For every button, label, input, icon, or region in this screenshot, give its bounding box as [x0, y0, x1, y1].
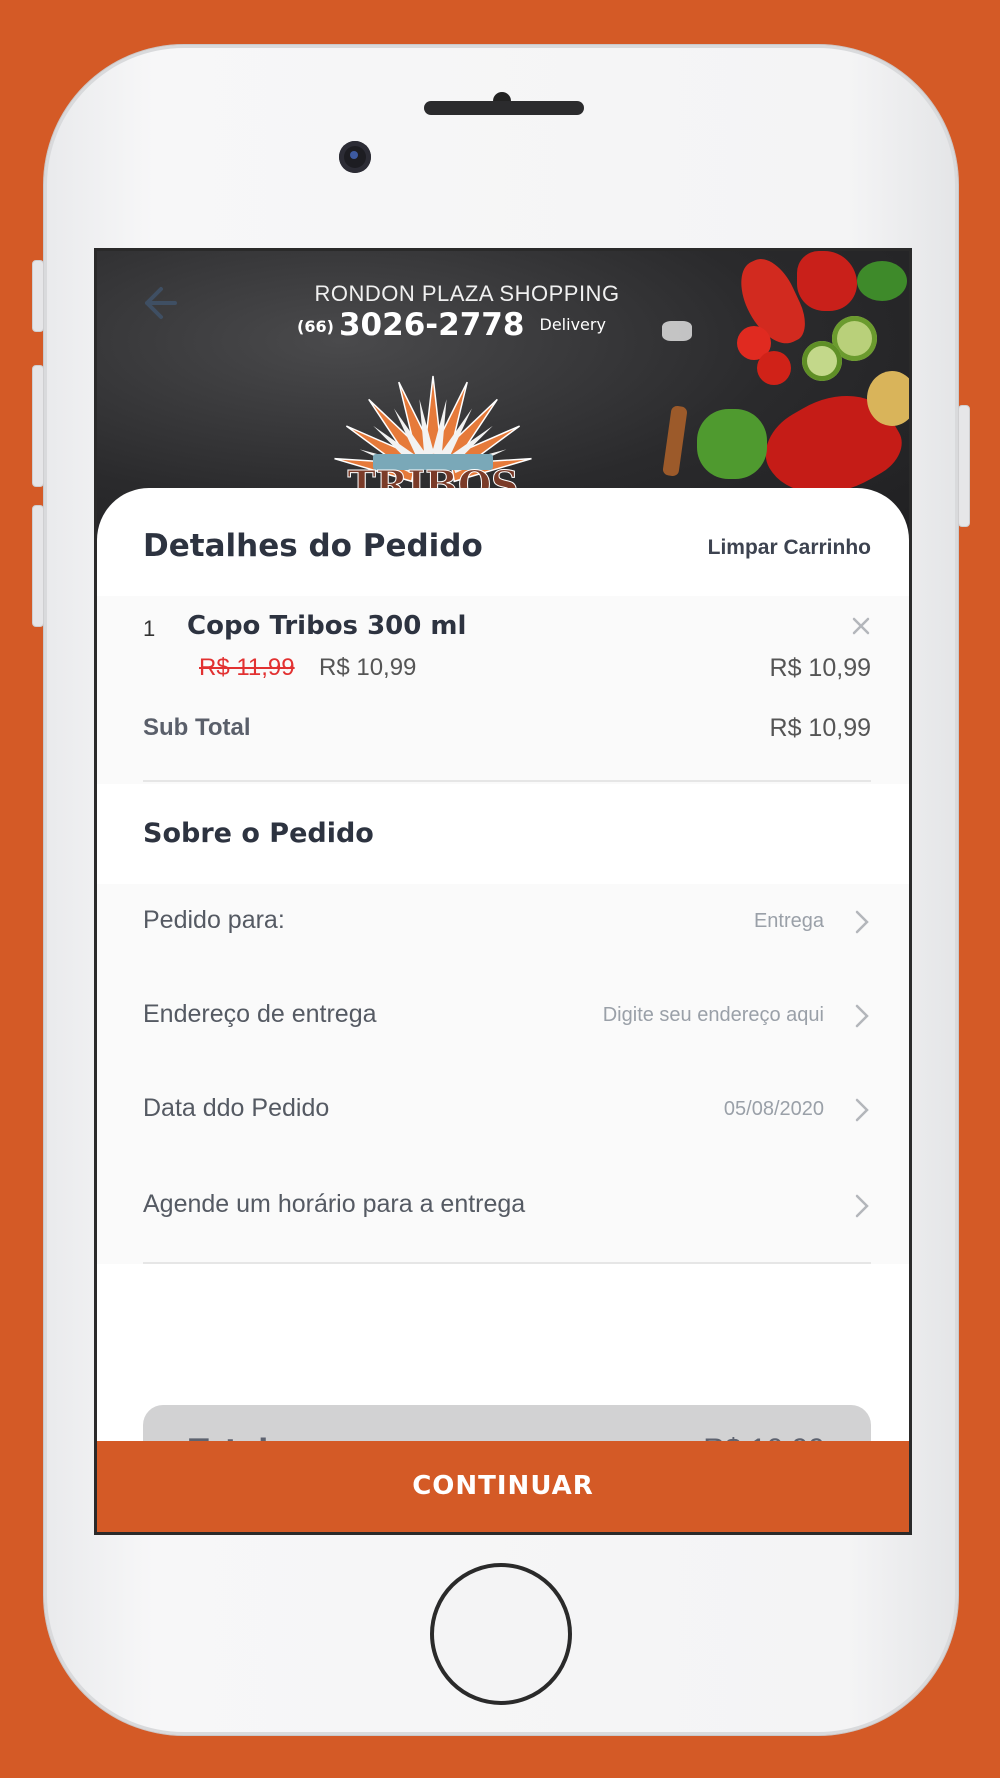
app-screen: RONDON PLAZA SHOPPING (66) 3026-2778 Del…	[94, 248, 912, 1535]
home-button[interactable]	[430, 1563, 572, 1705]
divider	[143, 1262, 871, 1264]
chevron-right-icon	[855, 1098, 869, 1122]
volume-down-button	[32, 505, 44, 627]
order-sheet: Detalhes do Pedido Limpar Carrinho 1 Cop…	[97, 488, 909, 1532]
power-button	[958, 405, 970, 527]
order-date-row[interactable]: Data ddo Pedido 05/08/2020	[97, 1072, 909, 1162]
salt-image	[662, 321, 692, 341]
store-name: RONDON PLAZA SHOPPING	[314, 281, 620, 306]
tomato-image	[757, 351, 791, 385]
divider	[143, 780, 871, 782]
back-arrow-icon[interactable]	[137, 281, 181, 325]
chevron-right-icon	[855, 1004, 869, 1028]
subtotal-value: R$ 10,99	[769, 714, 871, 742]
about-order-title: Sobre o Pedido	[143, 818, 374, 849]
order-details-title: Detalhes do Pedido	[143, 528, 483, 564]
delivery-address-row[interactable]: Endereço de entrega Digite seu endereço …	[97, 978, 909, 1068]
front-camera	[339, 141, 371, 173]
phone-area-code: (66)	[297, 317, 334, 336]
item-price: R$ 10,99	[319, 654, 417, 681]
clear-cart-button[interactable]: Limpar Carrinho	[708, 536, 871, 560]
order-type-row[interactable]: Pedido para: Entrega	[97, 884, 909, 974]
order-header: Detalhes do Pedido Limpar Carrinho	[97, 488, 909, 596]
item-old-price: R$ 11,99	[199, 654, 295, 681]
earpiece-speaker	[424, 101, 584, 115]
order-type-label: Pedido para:	[143, 906, 285, 934]
wooden-spoon-image	[662, 405, 688, 477]
order-date-label: Data ddo Pedido	[143, 1094, 330, 1122]
lettuce-image	[697, 409, 767, 479]
phone-number: 3026-2778	[338, 307, 525, 343]
volume-up-button	[32, 365, 44, 487]
schedule-delivery-row[interactable]: Agende um horário para a entrega	[97, 1168, 909, 1258]
about-order-header: Sobre o Pedido	[97, 784, 909, 884]
item-quantity: 1	[143, 616, 156, 641]
subtotal-label: Sub Total	[143, 714, 251, 741]
store-phone: (66) 3026-2778 Delivery	[297, 307, 606, 343]
remove-item-icon[interactable]	[849, 614, 873, 638]
mute-switch	[32, 260, 44, 332]
order-type-value: Entrega	[753, 910, 824, 932]
order-date-value: 05/08/2020	[723, 1098, 824, 1120]
item-name: Copo Tribos 300 ml	[187, 611, 467, 641]
zucchini-image	[857, 261, 907, 301]
chevron-right-icon	[855, 1194, 869, 1218]
delivery-tag: Delivery	[539, 315, 606, 334]
item-line-total: R$ 10,99	[769, 654, 871, 682]
order-options: Pedido para: Entrega Endereço de entrega…	[97, 884, 909, 1264]
potato-image	[867, 371, 909, 426]
pepper-image	[797, 251, 857, 311]
schedule-delivery-label: Agende um horário para a entrega	[143, 1190, 526, 1218]
delivery-address-label: Endereço de entrega	[143, 1000, 377, 1028]
zucchini-slice-image	[802, 341, 842, 381]
chevron-right-icon	[855, 910, 869, 934]
cart-items: 1 Copo Tribos 300 ml R$ 11,99 R$ 10,99 R…	[97, 596, 909, 784]
delivery-address-value: Digite seu endereço aqui	[602, 1004, 824, 1026]
continue-button[interactable]: CONTINUAR	[97, 1441, 909, 1532]
